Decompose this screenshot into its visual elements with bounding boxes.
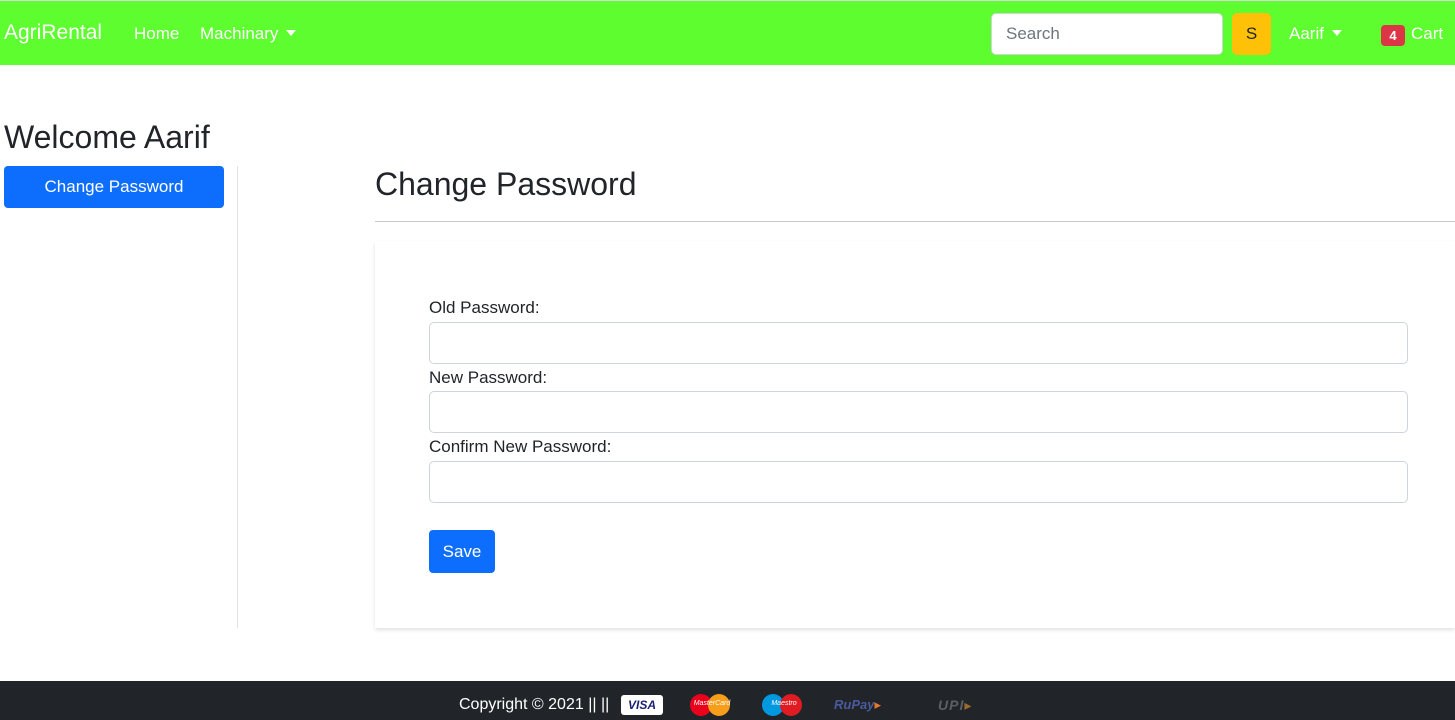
old-password-label: Old Password: bbox=[429, 298, 540, 317]
cart-count-badge: 4 bbox=[1381, 25, 1405, 46]
maestro-label: Maestro bbox=[771, 700, 797, 707]
change-password-sidebar-button[interactable]: Change Password bbox=[4, 166, 224, 208]
save-button[interactable]: Save bbox=[429, 530, 495, 573]
brand-link[interactable]: AgriRental bbox=[4, 21, 102, 45]
user-name: Aarif bbox=[1289, 24, 1324, 43]
welcome-heading: Welcome Aarif bbox=[4, 119, 210, 155]
search-button[interactable]: S bbox=[1232, 13, 1271, 55]
chevron-down-icon bbox=[286, 30, 297, 36]
mastercard-label: MasterCard bbox=[693, 700, 731, 707]
upi-icon: UPI▸ bbox=[938, 697, 973, 713]
old-password-field[interactable] bbox=[429, 322, 1408, 364]
new-password-label: New Password: bbox=[429, 368, 548, 387]
user-menu-dropdown[interactable]: Aarif bbox=[1289, 24, 1342, 44]
footer: Copyright © 2021 || || VISA MasterCard M… bbox=[0, 681, 1455, 720]
rupay-label: RuPay bbox=[834, 697, 875, 712]
confirm-password-label: Confirm New Password: bbox=[429, 437, 612, 456]
title-divider bbox=[375, 221, 1455, 222]
copyright-text: Copyright © 2021 || || bbox=[459, 696, 610, 713]
cart-link[interactable]: Cart bbox=[1411, 24, 1443, 44]
sidebar-divider bbox=[237, 166, 238, 628]
nav-machinary-dropdown[interactable]: Machinary bbox=[200, 24, 297, 44]
rupay-icon: RuPay▸ bbox=[834, 697, 881, 712]
chevron-down-icon bbox=[1331, 30, 1342, 36]
nav-machinary-label: Machinary bbox=[200, 24, 279, 43]
page-title: Change Password bbox=[375, 166, 637, 202]
top-navbar: AgriRental Home Machinary S Aarif 4 Cart bbox=[0, 0, 1455, 65]
confirm-password-field[interactable] bbox=[429, 461, 1408, 503]
visa-icon: VISA bbox=[621, 695, 663, 715]
mastercard-icon: MasterCard bbox=[688, 694, 736, 716]
upi-label: UPI bbox=[938, 697, 965, 713]
new-password-field[interactable] bbox=[429, 391, 1408, 433]
nav-home-link[interactable]: Home bbox=[134, 24, 179, 44]
search-input[interactable] bbox=[991, 13, 1223, 55]
maestro-icon: Maestro bbox=[760, 694, 808, 716]
